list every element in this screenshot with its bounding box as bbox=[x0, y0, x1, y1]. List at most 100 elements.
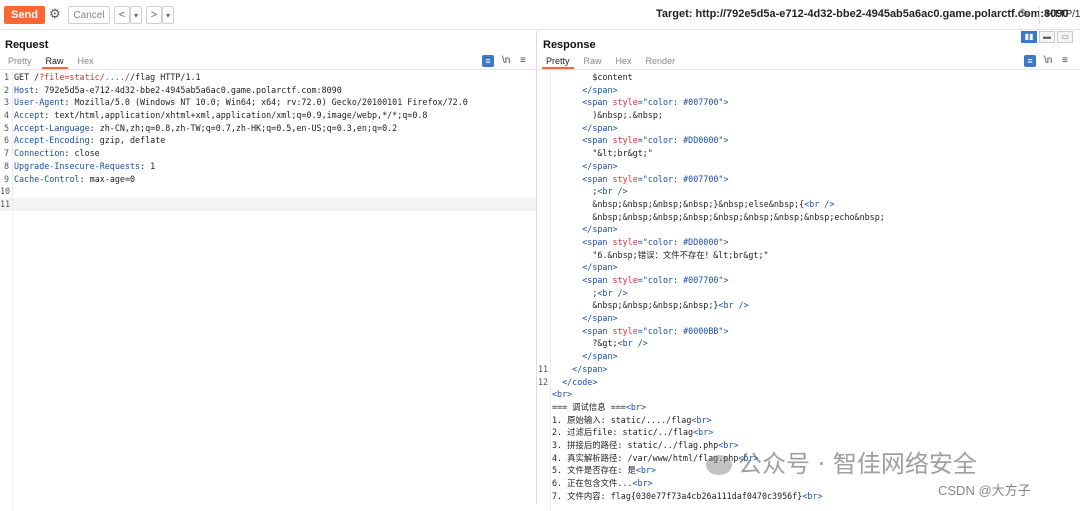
response-menu-icon[interactable]: ≡ bbox=[1062, 55, 1068, 66]
code-token: <br> bbox=[552, 389, 573, 400]
line-number bbox=[538, 211, 550, 224]
code-token: style bbox=[612, 275, 638, 285]
request-menu-icon[interactable]: ≡ bbox=[520, 55, 526, 66]
send-button[interactable]: Send bbox=[4, 6, 45, 24]
code-token: ="color: #DD0000"> bbox=[637, 236, 729, 247]
layout-stacked-icon[interactable]: ▬ bbox=[1039, 31, 1055, 43]
code-token: <span bbox=[582, 135, 613, 146]
response-panel: ▮▮ ▬ ▭ Response Pretty Raw Hex Render ≡ … bbox=[538, 31, 1080, 511]
code-line: </span> bbox=[538, 261, 1080, 274]
forward-button[interactable]: > bbox=[146, 6, 162, 24]
code-token: &nbsp;&nbsp;&nbsp;&nbsp;}&nbsp;else&nbsp… bbox=[592, 198, 805, 209]
line-number bbox=[538, 426, 550, 439]
response-editor[interactable]: $content </span> <span style="color: #00… bbox=[538, 71, 1080, 511]
layout-side-by-side-icon[interactable]: ▮▮ bbox=[1021, 31, 1037, 43]
watermark-text: 公众号 · 智佳网络安全 bbox=[738, 450, 977, 478]
code-token: &nbsp;&nbsp;&nbsp;&nbsp;} bbox=[592, 300, 719, 311]
code-token: 2. 过滤后file: static/../flag bbox=[552, 427, 694, 438]
line-number bbox=[538, 185, 550, 198]
code-line: 7 Connection: close bbox=[0, 147, 536, 160]
edit-target-pencil-icon[interactable]: ✎ bbox=[1019, 6, 1030, 22]
tab-response-hex[interactable]: Hex bbox=[612, 55, 636, 69]
layout-toggle: ▮▮ ▬ ▭ bbox=[1019, 31, 1073, 43]
code-token: ="color: #DD0000"> bbox=[637, 135, 729, 146]
code-line: &nbsp;&nbsp;&nbsp;&nbsp;}<br /> bbox=[538, 299, 1080, 312]
line-number: 2 bbox=[3, 84, 9, 95]
code-token: : close bbox=[64, 148, 100, 159]
code-token: </code> bbox=[562, 376, 598, 387]
code-token: Accept-Encoding bbox=[14, 135, 90, 146]
code-line: 6 Accept-Encoding: gzip, deflate bbox=[0, 134, 536, 147]
layout-tabs-icon[interactable]: ▭ bbox=[1057, 31, 1073, 43]
code-token: <br> bbox=[635, 465, 657, 476]
tab-request-pretty[interactable]: Pretty bbox=[4, 55, 36, 69]
line-number bbox=[538, 287, 550, 300]
code-token: <br> bbox=[802, 490, 823, 501]
gear-icon[interactable]: ⚙ bbox=[49, 7, 63, 21]
response-actions-icon[interactable]: ≡ bbox=[1024, 55, 1036, 67]
code-token: </span> bbox=[572, 363, 608, 374]
code-line: 5 Accept-Language: zh-CN,zh;q=0.8,zh-TW;q… bbox=[0, 122, 536, 135]
code-line: </span> bbox=[538, 312, 1080, 325]
tab-request-raw[interactable]: Raw bbox=[41, 55, 68, 69]
code-line: 3 User-Agent: Mozilla/5.0 (Windows NT 10.… bbox=[0, 96, 536, 109]
forward-history-dropdown[interactable]: ▾ bbox=[162, 6, 174, 24]
code-token: </span> bbox=[582, 84, 618, 95]
code-line: )&nbsp;.&nbsp; bbox=[538, 109, 1080, 122]
cancel-button[interactable]: Cancel bbox=[68, 6, 110, 24]
line-number bbox=[538, 71, 550, 84]
code-token: 6. 正在包含文件... bbox=[552, 478, 633, 488]
line-number: 12 bbox=[538, 376, 549, 387]
line-number bbox=[538, 198, 550, 211]
tab-response-pretty[interactable]: Pretty bbox=[542, 55, 574, 69]
line-number bbox=[538, 147, 550, 160]
http-version-label[interactable]: HTTP/1 bbox=[1046, 9, 1080, 20]
code-line: </span> bbox=[538, 122, 1080, 135]
code-line: 1. 原始输入: static/..../flag<br> bbox=[538, 414, 1080, 427]
code-token: ?&gt; bbox=[592, 338, 618, 349]
tab-response-raw[interactable]: Raw bbox=[580, 55, 606, 69]
code-line: ;<br /> bbox=[538, 287, 1080, 300]
code-token: style bbox=[612, 173, 638, 184]
line-number bbox=[538, 249, 550, 262]
code-token: $content bbox=[592, 72, 633, 82]
code-line: <span style="color: #007700"> bbox=[538, 274, 1080, 287]
request-editor[interactable]: 1 GET /?file=static/....//flag HTTP/1.1 2 H… bbox=[0, 71, 536, 511]
back-history-dropdown[interactable]: ▾ bbox=[130, 6, 142, 24]
back-button[interactable]: < bbox=[114, 6, 130, 24]
request-tabs: Pretty Raw Hex bbox=[4, 55, 104, 69]
code-token: style bbox=[612, 135, 638, 146]
tab-response-render[interactable]: Render bbox=[642, 55, 680, 69]
code-line: </span> bbox=[538, 160, 1080, 173]
csdn-watermark: CSDN @大方子 bbox=[938, 483, 1031, 498]
code-line: &nbsp;&nbsp;&nbsp;&nbsp;}&nbsp;else&nbsp… bbox=[538, 198, 1080, 211]
response-tabs: Pretty Raw Hex Render bbox=[542, 55, 685, 69]
code-token: <span bbox=[582, 173, 613, 184]
line-number bbox=[538, 173, 550, 186]
line-number bbox=[538, 84, 550, 97]
code-line: "6.&nbsp;错误：文件不存在！&lt;br&gt;" bbox=[538, 249, 1080, 262]
request-newline-toggle-icon[interactable]: \n bbox=[502, 55, 510, 66]
tab-request-hex[interactable]: Hex bbox=[74, 55, 98, 69]
code-token: ="color: #007700"> bbox=[637, 275, 729, 285]
code-token: <span bbox=[582, 275, 613, 285]
line-number bbox=[538, 160, 550, 173]
code-token: Host bbox=[14, 84, 35, 95]
line-number: 11 bbox=[538, 363, 549, 374]
request-actions-icon[interactable]: ≡ bbox=[482, 55, 494, 67]
response-newline-toggle-icon[interactable]: \n bbox=[1044, 55, 1052, 66]
code-token: 7. 文件内容: flag{030e77f73a4cb26a111daf0470… bbox=[552, 490, 803, 501]
line-number bbox=[538, 122, 550, 135]
code-token: </span> bbox=[582, 262, 618, 273]
